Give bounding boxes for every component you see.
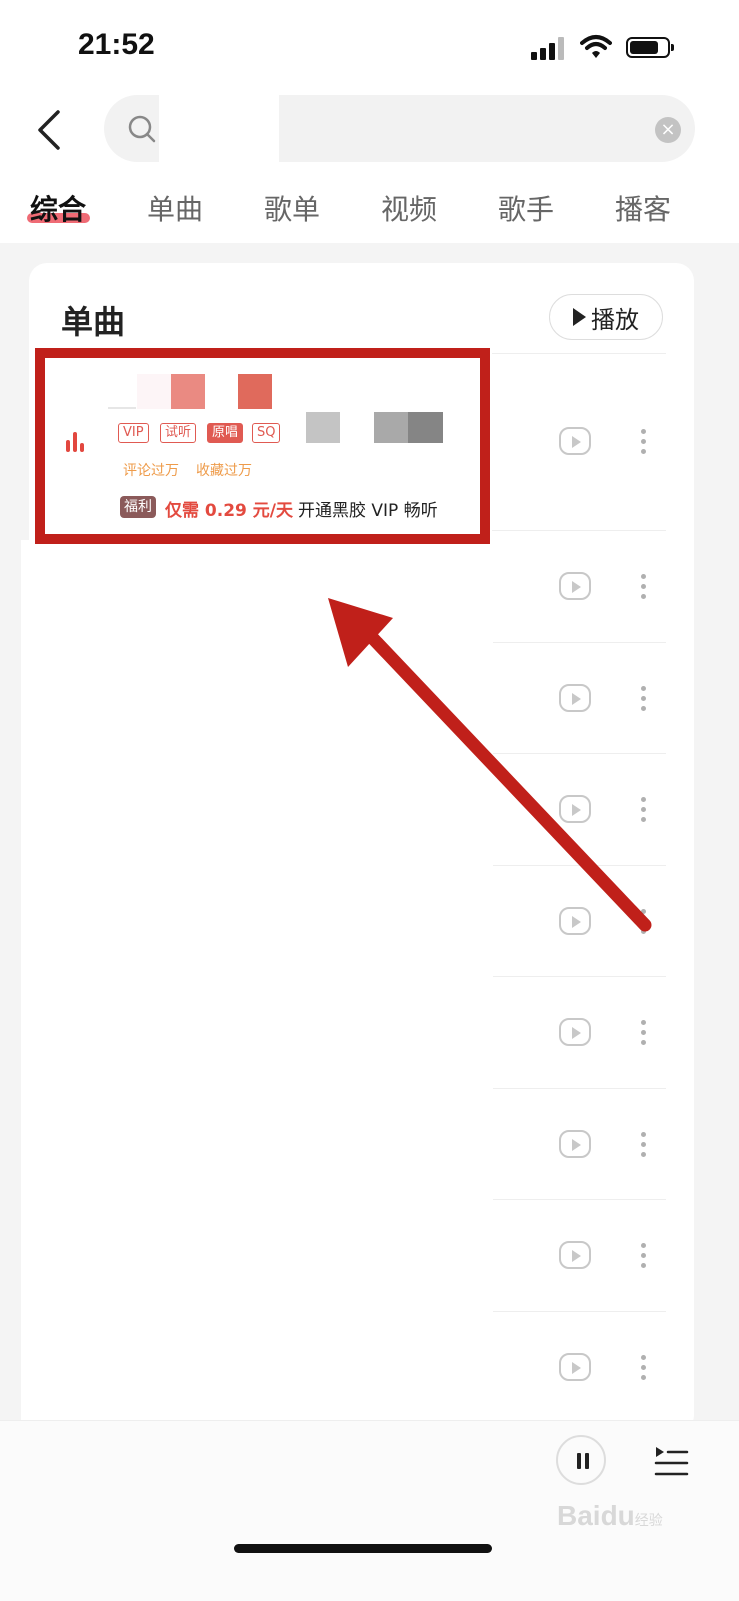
wifi-icon (580, 35, 612, 58)
watermark-logo: Baidu经验 (557, 1500, 663, 1531)
home-indicator (234, 1544, 492, 1553)
tab-videos[interactable]: 视频 (381, 188, 437, 228)
tab-songs[interactable]: 单曲 (147, 188, 203, 228)
row-divider (492, 976, 666, 977)
play-icon (573, 308, 586, 326)
back-arrow-icon[interactable] (32, 108, 66, 152)
playlist-icon[interactable] (653, 1443, 689, 1479)
video-play-icon[interactable] (559, 1130, 591, 1158)
more-options-icon[interactable] (641, 1355, 647, 1385)
tab-artists[interactable]: 歌手 (498, 188, 554, 228)
row-divider (492, 530, 666, 531)
row-divider (492, 353, 666, 354)
more-options-icon[interactable] (641, 1020, 647, 1050)
row-divider (492, 1199, 666, 1200)
more-options-icon[interactable] (641, 429, 647, 459)
row-divider (492, 1088, 666, 1089)
highlight-box (35, 348, 490, 544)
video-play-icon[interactable] (559, 1241, 591, 1269)
video-play-icon[interactable] (559, 1018, 591, 1046)
play-all-button[interactable]: 播放 (549, 294, 663, 340)
tab-podcasts[interactable]: 播客 (615, 188, 671, 228)
tab-general[interactable]: 综合 (30, 188, 86, 228)
video-play-icon[interactable] (559, 1353, 591, 1381)
clear-search-icon[interactable]: × (655, 117, 681, 143)
play-all-label: 播放 (591, 305, 639, 334)
pause-button[interactable] (556, 1435, 606, 1485)
battery-icon (626, 37, 674, 58)
cellular-signal-icon (531, 36, 567, 60)
video-play-icon[interactable] (559, 427, 591, 455)
section-title: 单曲 (61, 303, 126, 341)
annotation-arrow-icon (328, 598, 652, 932)
more-options-icon[interactable] (641, 1243, 647, 1273)
search-redaction (159, 95, 279, 162)
row-divider (492, 1311, 666, 1312)
more-options-icon[interactable] (641, 1132, 647, 1162)
tab-playlists[interactable]: 歌单 (264, 188, 320, 228)
status-time: 21:52 (78, 28, 155, 61)
search-icon (128, 115, 156, 143)
